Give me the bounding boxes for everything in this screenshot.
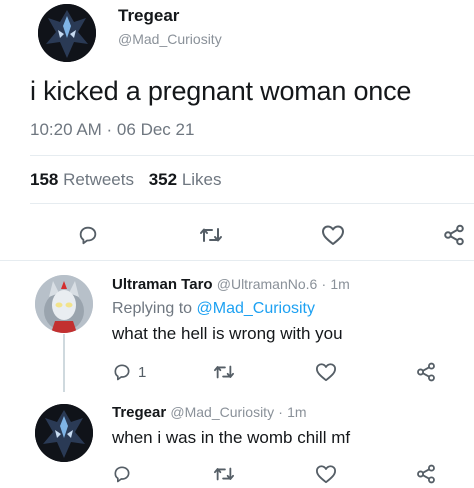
main-handle[interactable]: @Mad_Curiosity	[118, 31, 222, 47]
reply1-text: what the hell is wrong with you	[112, 324, 343, 343]
replying-to-handle-link[interactable]: @Mad_Curiosity	[197, 300, 316, 317]
share-nodes-icon	[417, 464, 435, 484]
reply1-retweet-button[interactable]	[210, 360, 238, 384]
comment-bubble-icon	[79, 226, 97, 245]
reply1-header: Ultraman Taro @UltramanNo.6 · 1m	[112, 276, 350, 293]
replying-to-label: Replying to	[112, 300, 193, 317]
reply2-time[interactable]: 1m	[287, 404, 306, 420]
main-tweet-text: i kicked a pregnant woman once	[30, 76, 412, 106]
avatar-ultraman-taro[interactable]	[35, 275, 93, 333]
reply2-text: when i was in the womb chill mf	[112, 428, 351, 447]
likes-count[interactable]: 352	[149, 170, 177, 189]
reply1-replying-to: Replying to @Mad_Curiosity	[112, 300, 315, 318]
reply2-like-button[interactable]	[312, 462, 340, 486]
main-retweet-button[interactable]	[196, 222, 226, 248]
reply1-like-button[interactable]	[312, 360, 340, 384]
main-share-button[interactable]	[440, 222, 468, 248]
likes-label[interactable]: Likes	[182, 170, 222, 189]
divider	[30, 155, 474, 156]
comment-bubble-icon	[114, 364, 130, 381]
reply2-handle[interactable]: @Mad_Curiosity	[170, 404, 274, 420]
retweets-count[interactable]: 158	[30, 170, 58, 189]
retweet-arrows-icon	[200, 228, 222, 242]
engagement-stats: 158 Retweets 352 Likes	[30, 170, 222, 190]
main-timestamp[interactable]: 10:20 AM · 06 Dec 21	[30, 120, 194, 140]
reply1-display-name[interactable]: Ultraman Taro	[112, 276, 213, 293]
share-nodes-icon	[444, 224, 464, 246]
share-nodes-icon	[417, 362, 435, 382]
reply2-retweet-button[interactable]	[210, 462, 238, 486]
heart-outline-icon	[315, 363, 336, 382]
main-reply-button[interactable]	[74, 222, 102, 248]
reply2-share-button[interactable]	[412, 462, 440, 486]
reply2-header: Tregear @Mad_Curiosity · 1m	[112, 404, 307, 421]
divider	[0, 260, 474, 261]
comment-bubble-icon	[114, 466, 130, 483]
heart-outline-icon	[322, 225, 344, 245]
retweets-label[interactable]: Retweets	[63, 170, 134, 189]
avatar-tregear-reply[interactable]	[35, 404, 93, 462]
reply1-reply-button[interactable]: 1	[112, 360, 160, 384]
retweet-arrows-icon	[214, 467, 234, 481]
heart-outline-icon	[315, 465, 336, 484]
reply2-display-name[interactable]: Tregear	[112, 404, 166, 421]
reply2-reply-button[interactable]	[112, 462, 140, 486]
avatar-tregear[interactable]	[38, 4, 96, 62]
thread-connector-line	[63, 334, 65, 392]
reply2-dot: ·	[278, 404, 283, 420]
main-display-name[interactable]: Tregear	[118, 6, 179, 26]
divider	[30, 203, 474, 204]
reply1-reply-count: 1	[138, 363, 147, 381]
reply1-time[interactable]: 1m	[330, 276, 349, 292]
reply1-handle[interactable]: @UltramanNo.6	[217, 276, 318, 292]
reply1-share-button[interactable]	[412, 360, 440, 384]
reply1-dot: ·	[321, 276, 327, 292]
main-like-button[interactable]	[318, 222, 348, 248]
retweet-arrows-icon	[214, 365, 234, 379]
